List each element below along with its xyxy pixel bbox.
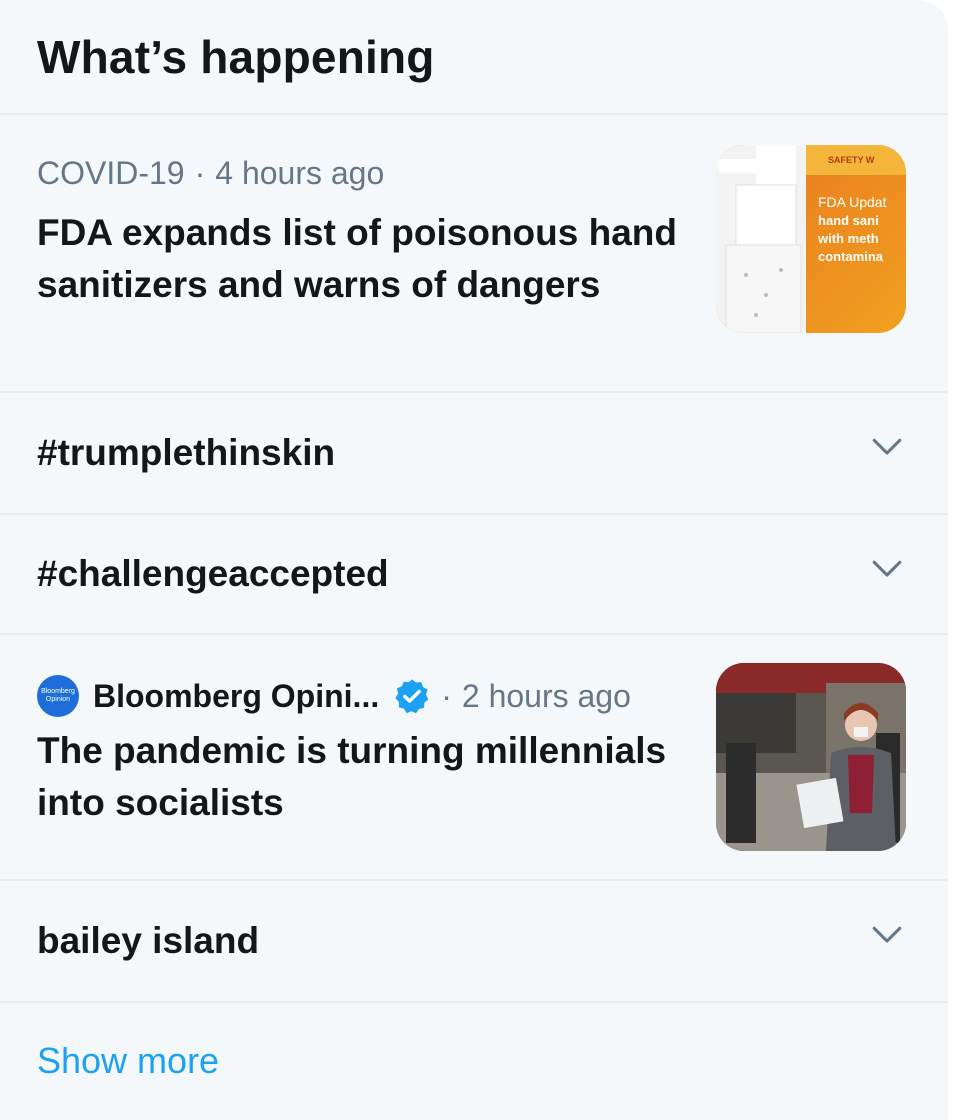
trend-category: COVID-19 bbox=[37, 155, 185, 191]
chevron-down-icon[interactable] bbox=[870, 551, 904, 585]
meta-separator: · bbox=[441, 678, 452, 714]
trend-item-challengeaccepted[interactable]: #challengeaccepted bbox=[0, 515, 948, 635]
source-avatar: Bloomberg Opinion bbox=[37, 675, 79, 717]
trend-headline: FDA expands list of poisonous hand sanit… bbox=[37, 212, 677, 305]
source-name[interactable]: Bloomberg Opini... bbox=[93, 678, 379, 714]
trend-item-news-fda[interactable]: COVID-19 · 4 hours ago FDA expands list … bbox=[0, 115, 948, 393]
meta-separator: · bbox=[194, 155, 206, 191]
trend-item-bailey-island[interactable]: bailey island bbox=[0, 881, 948, 1003]
chevron-down-icon[interactable] bbox=[870, 917, 904, 951]
thumb-line-4: contamina bbox=[818, 249, 884, 264]
trend-time: 4 hours ago bbox=[215, 155, 385, 191]
trend-label: bailey island bbox=[37, 920, 260, 961]
trends-panel: What’s happening COVID-19 · 4 hours ago … bbox=[0, 0, 948, 1120]
trend-meta: Bloomberg Opinion Bloomberg Opini... · 2… bbox=[37, 675, 631, 717]
thumb-banner-text: SAFETY W bbox=[828, 155, 875, 165]
trend-label: #trumplethinskin bbox=[37, 432, 336, 473]
verified-badge-icon bbox=[395, 679, 429, 714]
trend-item-news-bloomberg[interactable]: Bloomberg Opinion Bloomberg Opini... · 2… bbox=[0, 635, 948, 881]
trends-title: What’s happening bbox=[37, 30, 435, 83]
trend-thumbnail-sanitizer: SAFETY W FDA Updat hand sani with meth c… bbox=[716, 145, 906, 333]
trend-headline: The pandemic is turning millennials into… bbox=[37, 730, 667, 823]
thumb-line-1: FDA Updat bbox=[818, 194, 887, 210]
thumb-line-2: hand sani bbox=[818, 213, 879, 228]
trend-label: #challengeaccepted bbox=[37, 553, 389, 594]
trends-header: What’s happening bbox=[0, 0, 948, 115]
trend-thumbnail-street-photo bbox=[716, 663, 906, 851]
trend-time: 2 hours ago bbox=[461, 678, 631, 714]
show-more-link[interactable]: Show more bbox=[37, 1040, 219, 1082]
trend-meta: COVID-19 · 4 hours ago bbox=[37, 155, 384, 191]
trend-item-trumplethinskin[interactable]: #trumplethinskin bbox=[0, 393, 948, 515]
thumb-line-3: with meth bbox=[817, 231, 879, 246]
chevron-down-icon[interactable] bbox=[870, 429, 904, 463]
